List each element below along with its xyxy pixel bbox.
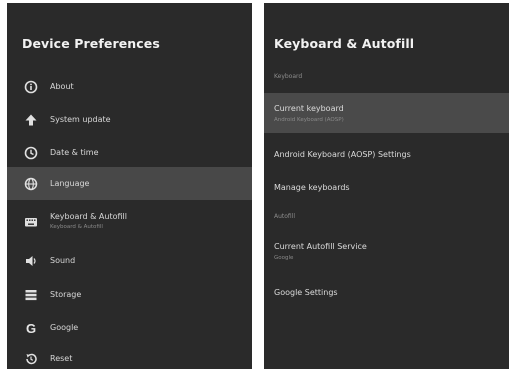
row-title: Current keyboard xyxy=(274,104,344,113)
current-keyboard-row[interactable]: Current keyboard Android Keyboard (AOSP) xyxy=(264,93,509,133)
menu-item-google[interactable]: G Google xyxy=(7,311,252,344)
menu-item-label: Sound xyxy=(50,256,76,265)
menu-item-reset[interactable]: Reset xyxy=(7,342,252,369)
clock-icon xyxy=(23,145,39,161)
info-icon xyxy=(23,79,39,95)
menu-item-keyboard-autofill[interactable]: Keyboard & Autofill Keyboard & Autofill xyxy=(7,202,252,240)
menu-item-label: Reset xyxy=(50,354,73,363)
menu-item-storage[interactable]: Storage xyxy=(7,278,252,311)
section-header-autofill: Autofill xyxy=(274,213,296,220)
svg-text:G: G xyxy=(26,321,36,335)
manage-keyboards-row[interactable]: Manage keyboards xyxy=(264,174,509,204)
reset-icon xyxy=(23,351,39,367)
menu-item-label: System update xyxy=(50,115,111,124)
upload-arrow-icon xyxy=(23,112,39,128)
row-title: Manage keyboards xyxy=(274,183,350,192)
row-subtitle: Google xyxy=(274,255,294,261)
menu-item-sublabel: Keyboard & Autofill xyxy=(50,224,103,230)
google-settings-row[interactable]: Google Settings xyxy=(264,279,509,309)
page-title: Device Preferences xyxy=(22,36,160,51)
menu-item-system-update[interactable]: System update xyxy=(7,103,252,136)
menu-item-label: Storage xyxy=(50,290,82,299)
menu-item-sound[interactable]: Sound xyxy=(7,244,252,277)
menu-item-label: Date & time xyxy=(50,148,99,157)
menu-item-language[interactable]: Language xyxy=(7,167,252,200)
row-subtitle: Android Keyboard (AOSP) xyxy=(274,117,344,123)
keyboard-autofill-panel: Keyboard & Autofill Keyboard Current key… xyxy=(264,3,509,369)
menu-item-label: Keyboard & Autofill xyxy=(50,212,127,221)
section-header-keyboard: Keyboard xyxy=(274,73,303,80)
menu-item-label: Google xyxy=(50,323,79,332)
speaker-icon xyxy=(23,253,39,269)
row-title: Google Settings xyxy=(274,288,338,297)
autofill-service-row[interactable]: Current Autofill Service Google xyxy=(264,233,509,269)
menu-item-label: About xyxy=(50,82,74,91)
menu-item-date-time[interactable]: Date & time xyxy=(7,136,252,169)
globe-icon xyxy=(23,176,39,192)
device-preferences-panel: Device Preferences About System update D… xyxy=(7,3,252,369)
keyboard-icon xyxy=(23,214,39,230)
storage-icon xyxy=(23,287,39,303)
menu-item-about[interactable]: About xyxy=(7,70,252,103)
aosp-settings-row[interactable]: Android Keyboard (AOSP) Settings xyxy=(264,141,509,171)
row-title: Current Autofill Service xyxy=(274,242,367,251)
google-icon: G xyxy=(23,320,39,336)
menu-item-label: Language xyxy=(50,179,90,188)
row-title: Android Keyboard (AOSP) Settings xyxy=(274,150,411,159)
page-title: Keyboard & Autofill xyxy=(274,36,415,51)
